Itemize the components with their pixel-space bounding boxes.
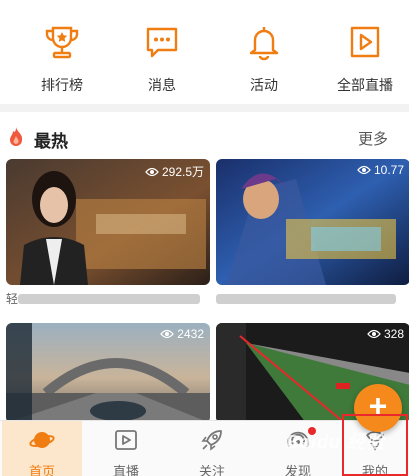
rocket-icon (201, 430, 222, 451)
tab-label-discover: 发现 (284, 464, 311, 476)
tab-label-live: 直播 (112, 464, 139, 476)
annotation-arrow (239, 335, 366, 441)
tab-label-follow: 关注 (198, 464, 225, 476)
tab-follow[interactable]: 关注 (172, 421, 252, 476)
tab-label-home: 首页 (28, 464, 55, 476)
planet-icon (29, 432, 55, 448)
watermark: Baidu 经验 (286, 432, 386, 452)
tab-live[interactable]: 直播 (86, 421, 166, 476)
play-box-icon (115, 430, 137, 450)
tab-home[interactable]: 首页 (2, 421, 82, 476)
